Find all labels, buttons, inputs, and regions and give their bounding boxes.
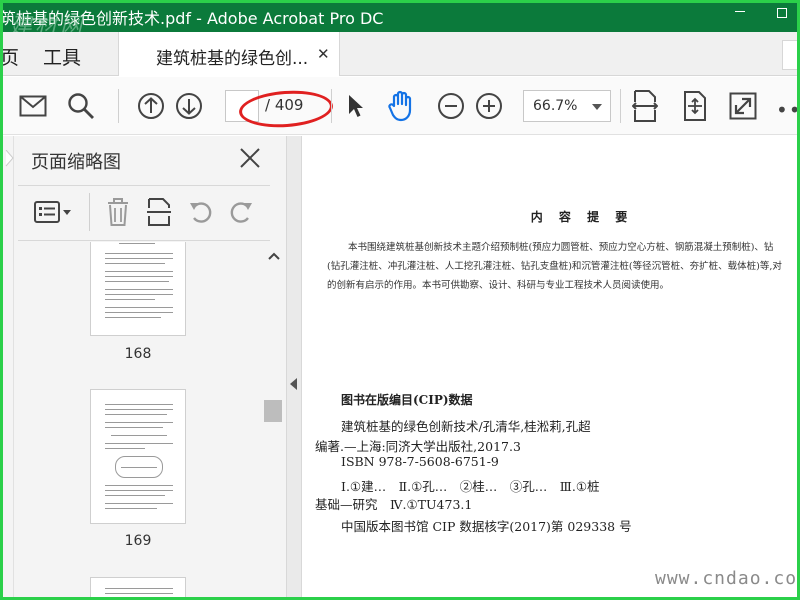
summary-line: 本书围绕建筑桩基创新技术主题介绍预制桩(预应力圆管桩、预应力空心方桩、钢筋混凝土… <box>348 242 774 253</box>
scrollbar-thumb[interactable] <box>264 400 282 422</box>
page-thumbnail[interactable] <box>90 577 186 600</box>
minimize-icon <box>735 10 745 12</box>
close-tab-icon[interactable]: ✕ <box>317 45 330 63</box>
maximize-icon <box>777 8 787 18</box>
zoom-out-icon[interactable] <box>436 91 466 121</box>
more-tools-icon[interactable]: ••• <box>776 98 800 122</box>
panel-pointer-icon <box>5 150 14 167</box>
page-thumbnail[interactable] <box>90 242 186 336</box>
panel-divider <box>18 185 270 186</box>
tab-tools[interactable]: 工具 <box>43 43 81 70</box>
rotate-left-icon[interactable] <box>188 197 214 227</box>
toolbar-separator <box>118 89 119 123</box>
thumbnail-page-number: 168 <box>124 346 152 362</box>
doc-heading: 内 容 提 要 <box>530 210 634 224</box>
panel-tool-separator <box>89 193 90 231</box>
trash-icon[interactable] <box>106 197 130 227</box>
page-thumbnail[interactable] <box>90 389 186 524</box>
document-tab-label: 建筑桩基的绿色创... <box>156 49 309 69</box>
toolbar: / 409 66.7% ••• <box>0 77 800 135</box>
cip-line: 建筑桩基的绿色创新技术/孔清华,桂淞莉,孔超 <box>341 419 591 434</box>
arrow-down-icon[interactable] <box>174 91 204 121</box>
toolbar-separator <box>331 89 332 123</box>
thumbnail-page-number: 169 <box>124 533 152 549</box>
fit-width-icon[interactable] <box>630 90 660 122</box>
thumbnail-list: 168 169 <box>14 242 260 600</box>
cip-line: Ⅰ.①建… Ⅱ.①孔… ②桂… ③孔… Ⅲ.①桩 <box>341 479 600 494</box>
panel-divider <box>18 240 270 241</box>
fit-page-icon[interactable] <box>680 91 710 121</box>
minimize-button[interactable] <box>728 0 752 32</box>
chevron-down-icon <box>592 104 602 110</box>
rotate-right-icon[interactable] <box>228 197 254 227</box>
panel-collapse-handle[interactable] <box>286 136 302 600</box>
cip-line: ISBN 978-7-5608-6751-9 <box>341 454 499 469</box>
hand-icon[interactable] <box>386 90 416 122</box>
tab-document[interactable]: 建筑桩基的绿色创... ✕ <box>118 32 340 76</box>
zoom-value: 66.7% <box>533 98 578 114</box>
thumbnail-scrollbar[interactable] <box>260 242 286 600</box>
title-bar: 筑桩基的绿色创新技术.pdf - Adobe Acrobat Pro DC 建材… <box>0 0 800 39</box>
arrow-up-icon[interactable] <box>136 91 166 121</box>
cip-title: 图书在版编目(CIP)数据 <box>341 393 473 407</box>
tab-bar: 页 工具 建筑桩基的绿色创... ✕ <box>0 32 800 76</box>
select-pointer-icon[interactable] <box>340 91 370 121</box>
search-icon[interactable] <box>66 91 96 121</box>
panel-close-icon[interactable] <box>238 146 262 170</box>
insert-page-icon[interactable] <box>146 197 172 227</box>
scroll-up-icon[interactable] <box>268 252 280 260</box>
toolbar-separator <box>620 89 621 123</box>
thumbnail-options-icon[interactable] <box>34 197 72 227</box>
site-watermark: www.cndao.com <box>655 568 800 589</box>
cip-line: 中国版本图书馆 CIP 数据核字(2017)第 029338 号 <box>341 519 632 534</box>
panel-title: 页面缩略图 <box>31 152 121 173</box>
thumbnails-panel: 页面缩略图 168 169 <box>14 136 286 600</box>
zoom-select[interactable]: 66.7% <box>523 90 611 122</box>
cip-line: 编著.—上海:同济大学出版社,2017.3 <box>315 439 521 454</box>
zoom-in-icon[interactable] <box>474 91 504 121</box>
maximize-button[interactable] <box>770 0 794 32</box>
mail-icon[interactable] <box>18 91 48 121</box>
summary-line: 的创新有启示的作用。本书可供勘察、设计、科研与专业工程技术人员阅读使用。 <box>327 280 670 291</box>
collapse-arrow-icon <box>290 378 297 390</box>
tab-overflow[interactable] <box>782 40 800 70</box>
left-rail <box>0 136 14 600</box>
tab-home[interactable]: 页 <box>0 43 19 70</box>
cip-line: 基础—研究 Ⅳ.①TU473.1 <box>315 497 473 512</box>
summary-line: (钻孔灌注桩、冲孔灌注桩、人工挖孔灌注桩、钻孔支盘桩)和沉管灌注桩(等径沉管桩、… <box>327 261 782 272</box>
document-page: 内 容 提 要 本书围绕建筑桩基创新技术主题介绍预制桩(预应力圆管桩、预应力空心… <box>302 136 800 600</box>
fullscreen-icon[interactable] <box>728 91 758 121</box>
